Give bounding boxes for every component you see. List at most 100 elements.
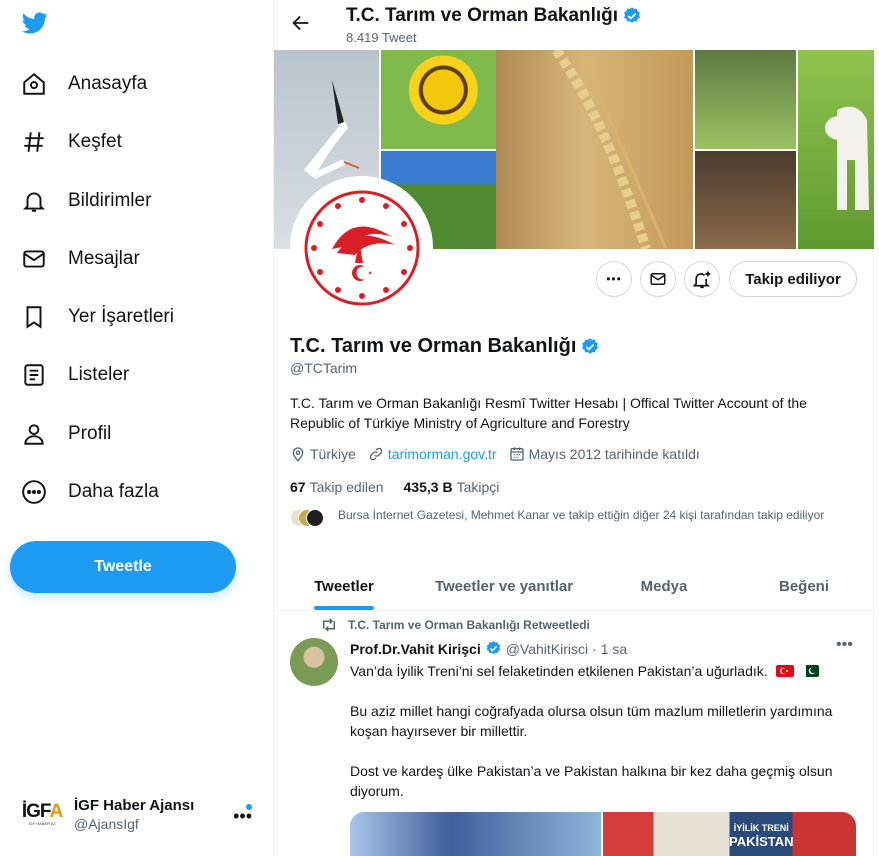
- tweet-button[interactable]: Tweetle: [10, 541, 236, 593]
- following-count: 67: [290, 479, 306, 495]
- profile-tabs: Tweetler Tweetler ve yanıtlar Medya Beğe…: [274, 561, 874, 611]
- following-link[interactable]: 67 Takip edilen: [290, 479, 384, 495]
- tweet-photo[interactable]: İYİLİK TRENİ PAKİSTAN: [603, 812, 856, 856]
- calendar-icon: [509, 447, 524, 461]
- tweet-paragraph: Van’da İyilik Treni’ni sel felaketinden …: [350, 663, 768, 679]
- mutual-avatar: [306, 509, 324, 527]
- account-handle: @AjansIgf: [74, 815, 139, 832]
- nav-profile[interactable]: Profil: [20, 414, 111, 454]
- tweet-photo[interactable]: [350, 812, 601, 856]
- tweet-media[interactable]: İYİLİK TRENİ PAKİSTAN: [350, 812, 856, 856]
- tab-media[interactable]: Medya: [594, 561, 734, 611]
- nav-more[interactable]: Daha fazla: [20, 472, 159, 512]
- list-icon: [20, 361, 48, 389]
- tweet-paragraph: Dost ve kardeş ülke Pakistan’a ve Pakist…: [350, 763, 833, 799]
- profile-joined-date: Mayıs 2012 tarihinde katıldı: [528, 446, 700, 462]
- tweet-author-handle[interactable]: @VahitKirisci: [506, 641, 588, 657]
- tab-tweets-replies[interactable]: Tweetler ve yanıtlar: [414, 561, 594, 611]
- back-arrow-icon[interactable]: [290, 12, 312, 34]
- tweet-author-avatar[interactable]: [290, 638, 338, 686]
- avatar: İGFA İGF HABER AJ: [20, 792, 64, 836]
- nav-more-label: Daha fazla: [68, 481, 159, 502]
- media-caption: İYİLİK TRENİ PAKİSTAN: [729, 822, 794, 848]
- banner-wheat-photo: [496, 50, 693, 249]
- user-icon: [20, 420, 48, 448]
- mail-icon: [20, 245, 48, 273]
- turkey-flag-icon: [775, 665, 794, 677]
- nav-notifications[interactable]: Bildirimler: [20, 181, 151, 221]
- retweet-context: T.C. Tarım ve Orman Bakanlığı Retweetled…: [320, 618, 590, 632]
- nav-profile-label: Profil: [68, 423, 112, 444]
- followers-label: Takipçi: [456, 479, 500, 495]
- nav-home-label: Anasayfa: [68, 73, 148, 94]
- banner-sunflower-photo: [379, 50, 496, 150]
- profile-website-link[interactable]: tarimorman.gov.tr: [388, 446, 497, 462]
- more-horizontal-icon: •••: [606, 272, 622, 286]
- mutual-followers-text: Bursa İnternet Gazetesi, Mehmet Kanar ve…: [338, 508, 825, 522]
- verified-badge-icon: [485, 640, 502, 657]
- mutual-followers[interactable]: Bursa İnternet Gazetesi, Mehmet Kanar ve…: [290, 507, 860, 529]
- nav-explore[interactable]: Keşfet: [20, 122, 122, 162]
- followers-link[interactable]: 435,3 B Takipçi: [404, 479, 500, 495]
- location-pin-icon: [292, 447, 304, 462]
- profile-header-bar: T.C. Tarım ve Orman Bakanlığı 8.419 Twee…: [274, 0, 874, 50]
- tweet-timestamp[interactable]: · 1 sa: [592, 641, 627, 657]
- banner-child-photo: [693, 50, 797, 150]
- mutual-avatars: [290, 509, 324, 529]
- nav-messages-label: Mesajlar: [68, 248, 140, 269]
- follow-stats: 67 Takip edilen 435,3 B Takipçi: [290, 479, 519, 495]
- page-title: T.C. Tarım ve Orman Bakanlığı: [346, 5, 619, 26]
- home-icon: [20, 70, 48, 98]
- tab-likes[interactable]: Beğeni: [734, 561, 874, 611]
- ministry-logo-icon: [299, 185, 424, 310]
- nav-explore-label: Keşfet: [68, 131, 122, 152]
- following-button[interactable]: Takip ediliyor: [729, 261, 857, 297]
- more-options-button[interactable]: •••: [596, 261, 632, 297]
- notify-button[interactable]: [684, 261, 720, 297]
- mail-icon: [650, 273, 666, 285]
- sidebar: Anasayfa Keşfet Bildirimler Mesajlar Yer…: [0, 0, 273, 856]
- link-icon: [369, 447, 383, 461]
- message-button[interactable]: [640, 261, 676, 297]
- avatar-logo-accent: A: [49, 800, 63, 822]
- tweet-count: 8.419 Tweet: [346, 30, 417, 45]
- tweet-paragraph: Bu aziz millet hangi coğrafyada olursa o…: [350, 703, 833, 739]
- twitter-bird-icon[interactable]: [20, 10, 52, 40]
- active-tab-indicator: [314, 606, 374, 610]
- profile-avatar[interactable]: [290, 176, 433, 319]
- nav-lists-label: Listeler: [68, 364, 130, 385]
- retweet-label[interactable]: T.C. Tarım ve Orman Bakanlığı Retweetled…: [348, 618, 590, 632]
- tweet-header: Prof.Dr.Vahit Kirişci @VahitKirisci · 1 …: [350, 640, 627, 657]
- pakistan-flag-icon: [801, 665, 820, 677]
- account-name: İGF Haber Ajansı: [74, 796, 195, 814]
- profile-location: Türkiye: [310, 446, 356, 462]
- avatar-logo-main: İGF: [21, 800, 51, 822]
- account-switcher[interactable]: İGFA İGF HABER AJ İGF Haber Ajansı @Ajan…: [10, 786, 260, 842]
- bell-icon: [20, 187, 48, 215]
- tweet-more-icon[interactable]: •••: [836, 636, 853, 654]
- notification-dot: [246, 804, 252, 810]
- verified-badge-icon: [622, 6, 642, 26]
- nav-bookmarks[interactable]: Yer İşaretleri: [20, 297, 174, 337]
- bell-plus-icon: [692, 271, 711, 289]
- nav-messages[interactable]: Mesajlar: [20, 239, 140, 279]
- nav-bookmarks-label: Yer İşaretleri: [68, 306, 174, 327]
- tweet-text: Van’da İyilik Treni’ni sel felaketinden …: [350, 661, 860, 821]
- more-circle-icon: [20, 478, 48, 506]
- hashtag-icon: [20, 128, 48, 156]
- profile-meta: Türkiye tarimorman.gov.tr Mayıs 2012 tar…: [290, 446, 712, 462]
- tweet-author-name[interactable]: Prof.Dr.Vahit Kirişci: [350, 641, 481, 657]
- following-label: Takip edilen: [309, 479, 384, 495]
- tab-tweets[interactable]: Tweetler: [274, 561, 414, 611]
- profile-name: T.C. Tarım ve Orman Bakanlığı: [290, 335, 577, 357]
- verified-badge-icon: [580, 337, 600, 357]
- followers-count: 435,3 B: [403, 479, 453, 495]
- banner-goat-photo: [797, 50, 874, 249]
- avatar-logo-subtext: İGF HABER AJ: [28, 820, 56, 826]
- media-caption-line: PAKİSTAN: [729, 834, 794, 849]
- profile-bio: T.C. Tarım ve Orman Bakanlığı Resmî Twit…: [290, 395, 807, 431]
- nav-lists[interactable]: Listeler: [20, 355, 129, 395]
- nav-home[interactable]: Anasayfa: [20, 64, 147, 104]
- profile-column: T.C. Tarım ve Orman Bakanlığı 8.419 Twee…: [273, 0, 874, 856]
- nav-notifications-label: Bildirimler: [68, 190, 152, 211]
